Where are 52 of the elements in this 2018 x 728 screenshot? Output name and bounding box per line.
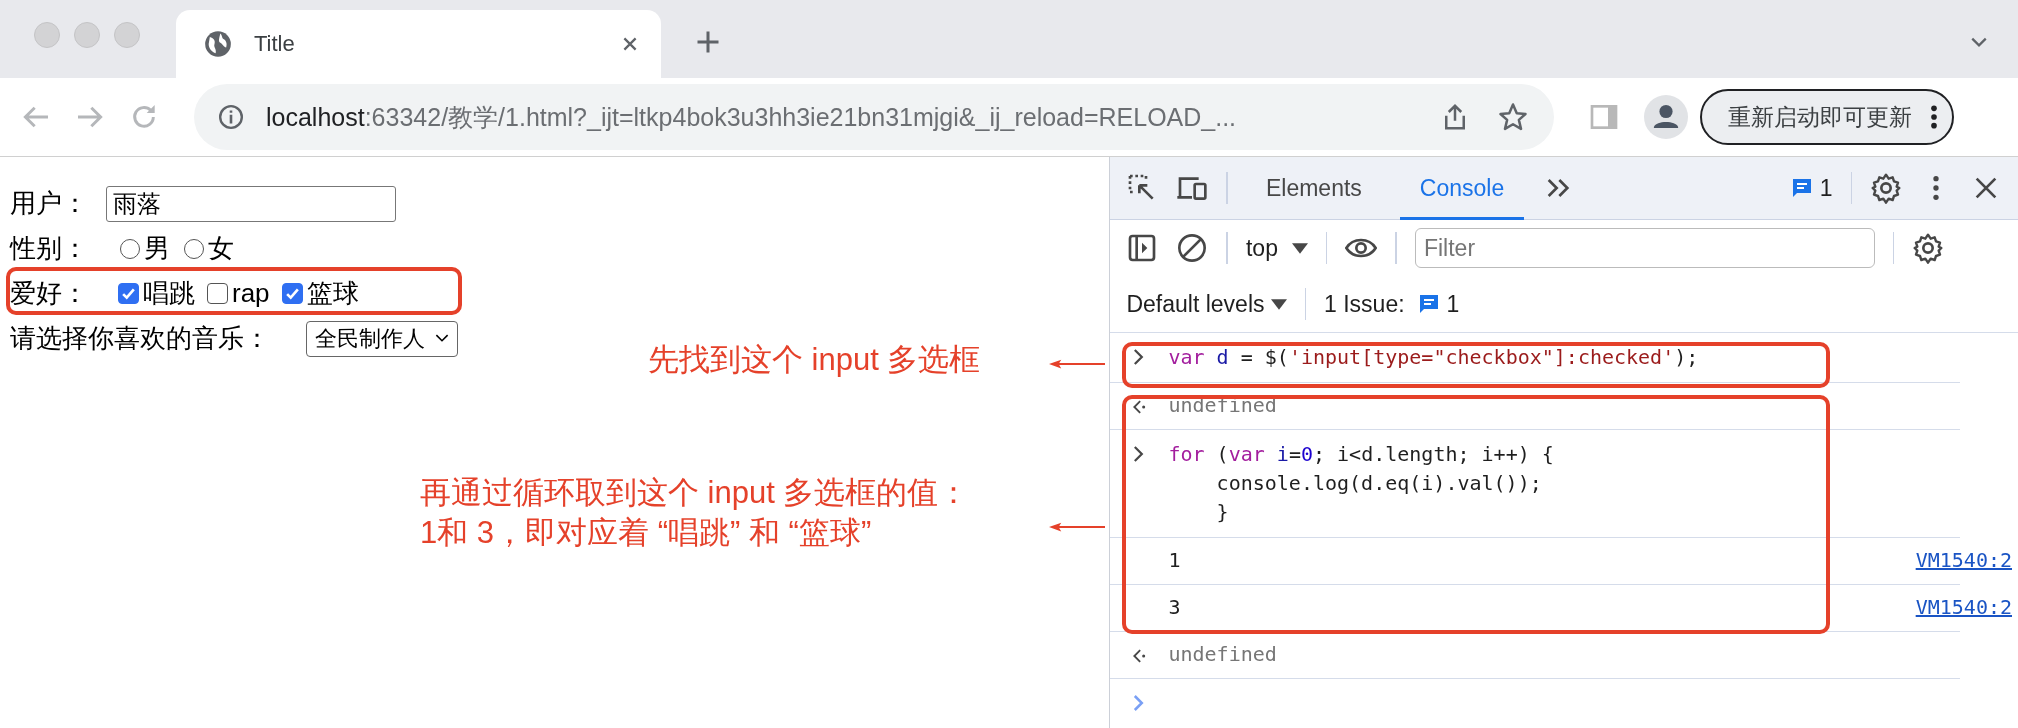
console-command: var d = $('input[type="checkbox"]:checked'); [1168,344,1699,371]
context-dropdown[interactable]: top [1245,234,1308,262]
field-label: 爱好： [10,277,88,310]
option-label: 男 [144,232,170,265]
dropdown-triangle-icon [1291,242,1308,254]
arrow [1049,358,1105,370]
arrow [1049,521,1105,533]
close-icon[interactable] [621,35,639,53]
chevron-down-icon[interactable] [1970,36,1988,48]
source-link[interactable]: VM1540:2 [1915,548,2012,572]
star-icon[interactable] [1498,102,1528,132]
field-label: 请选择你喜欢的音乐： [10,322,270,355]
console-result: undefined [1168,642,1277,666]
field-label: 用户： [10,187,88,220]
more-icon[interactable] [1930,104,1938,130]
profile-avatar-icon[interactable] [1644,95,1688,139]
dropdown-triangle-icon [1270,298,1287,310]
issues-label: 1 Issue: [1324,290,1405,318]
annotation-text: 先找到这个 input 多选框 [648,341,981,379]
issues-count: 1 [1446,290,1460,318]
log-levels-dropdown[interactable]: Default levels [1126,290,1287,318]
console-result: undefined [1168,393,1277,417]
source-link[interactable]: VM1540:2 [1915,595,2012,619]
console-log-value: 3 [1168,595,1181,619]
console-command: for (var i=0; i<d.length; i++) { console.log(d.eq(i).val()); } [1168,441,1554,526]
user-input-field[interactable]: 雨落 [106,185,396,222]
settings-icon[interactable] [1870,172,1902,204]
devtools-tab[interactable]: Console [1399,156,1525,220]
field-label: 性别： [10,232,88,265]
chevron-down-icon [435,334,449,343]
url-text: localhost:63342/教学/1.html?_ijt=ltkp4bok3u3hh3ie21bn31mjgi&_ij_reload=RELOAD_... [266,101,1237,133]
info-icon [218,104,244,130]
message-count: 1 [1819,174,1833,202]
option-label: 女 [208,232,234,265]
option-label: 唱跳 [143,277,195,310]
filter-field[interactable]: Filter [1414,228,1875,268]
address-bar[interactable]: localhost:63342/教学/1.html?_ijt=ltkp4bok3u3hh3ie21bn31mjgi&_ij_reload=RELOAD_... [194,84,1554,150]
option-label: rap [232,278,270,309]
new-tab-icon[interactable] [696,30,720,54]
devtools-tab[interactable]: Elements [1245,156,1382,220]
globe-icon [204,30,232,58]
settings-icon[interactable] [1912,232,1945,264]
clear-console-icon[interactable] [1176,232,1209,264]
checkbox[interactable] [281,283,303,304]
update-button[interactable]: 重新启动即可更新 [1700,89,1954,145]
console-log-value: 1 [1168,548,1181,572]
browser-tab[interactable]: Title [176,10,661,78]
option-label: 篮球 [306,277,359,310]
checkbox[interactable] [118,283,139,304]
annotation-text: 再通过循环取到这个 input 多选框的值： 1和 3，即对应着 “唱跳” 和 “篮球” [420,474,970,552]
checkbox[interactable] [207,283,228,304]
music-select[interactable]: 全民制作人 [306,320,458,357]
